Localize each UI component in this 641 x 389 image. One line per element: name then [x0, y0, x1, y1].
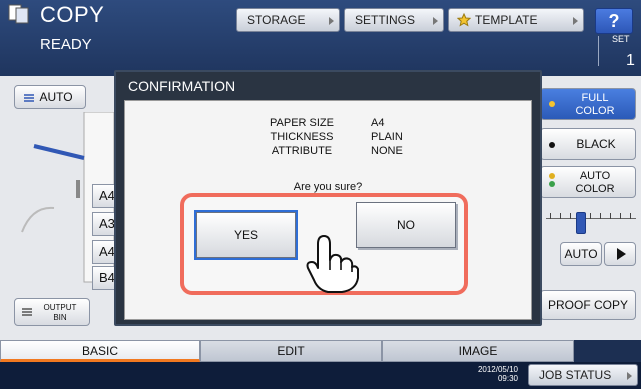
triangle-right-icon: [617, 248, 626, 260]
tab-image[interactable]: IMAGE: [382, 340, 574, 362]
set-divider: [598, 36, 599, 66]
output-tray-icon: [22, 308, 32, 316]
slider-tick: [570, 213, 571, 219]
paper-size-value: A4: [371, 117, 385, 129]
help-button[interactable]: ?: [595, 8, 633, 34]
output-bin-button[interactable]: OUTPUT BIN: [14, 298, 90, 326]
attribute-label: ATTRIBUTE: [271, 145, 333, 157]
star-icon: [457, 13, 471, 27]
confirm-question: Are you sure?: [293, 181, 363, 193]
arrow-right-icon: [433, 17, 438, 25]
darker-button[interactable]: [604, 242, 636, 266]
color-dot-icon: [549, 181, 555, 187]
time-text: 09:30: [497, 374, 518, 383]
auto-paper-button[interactable]: AUTO: [14, 85, 86, 109]
header-bar: COPY READY STORAGE SETTINGS TEMPLATE ? S…: [0, 0, 641, 76]
black-label: BLACK: [576, 137, 616, 151]
slider-tick: [590, 213, 591, 219]
auto-color-button[interactable]: AUTO COLOR: [540, 166, 636, 198]
settings-label: SETTINGS: [355, 13, 416, 27]
paper-stack-icon: [24, 94, 34, 102]
arrow-right-icon: [573, 17, 578, 25]
paper-size-label: PAPER SIZE: [270, 117, 334, 129]
job-status-label: JOB STATUS: [539, 368, 612, 382]
density-auto-button[interactable]: AUTO: [560, 242, 602, 266]
black-dot-icon: [549, 142, 555, 148]
machine-status: READY: [40, 36, 92, 53]
slider-tick: [610, 213, 611, 219]
proof-copy-button[interactable]: PROOF COPY: [540, 290, 636, 320]
thickness-value: PLAIN: [371, 131, 403, 143]
attribute-value: NONE: [371, 145, 403, 157]
full-color-line2: COLOR: [575, 105, 615, 117]
full-color-button[interactable]: FULL COLOR: [540, 88, 636, 120]
density-slider-thumb[interactable]: [576, 212, 586, 234]
auto-color-line2: COLOR: [575, 183, 615, 195]
slider-tick: [560, 213, 561, 219]
arrow-right-icon: [627, 372, 632, 380]
auto-label: AUTO: [39, 90, 73, 104]
black-button[interactable]: BLACK: [540, 128, 636, 160]
arrow-right-icon: [329, 17, 334, 25]
template-button[interactable]: TEMPLATE: [448, 8, 584, 32]
datetime-display: 2012/05/10 09:30: [462, 365, 518, 383]
job-status-button[interactable]: JOB STATUS: [528, 364, 638, 386]
color-dot-icon: [549, 173, 555, 179]
color-dot-icon: [549, 101, 555, 107]
tab-edit[interactable]: EDIT: [200, 340, 382, 362]
output-label-line2: BIN: [53, 313, 67, 322]
auto-color-line1: AUTO: [579, 170, 611, 182]
dialog-title: CONFIRMATION: [128, 78, 236, 94]
slider-tick: [630, 213, 631, 219]
storage-button[interactable]: STORAGE: [236, 8, 340, 32]
slider-tick: [600, 213, 601, 219]
storage-label: STORAGE: [247, 13, 306, 27]
app-title: COPY: [40, 2, 105, 27]
density-slider-track[interactable]: [546, 213, 636, 224]
tab-basic[interactable]: BASIC: [0, 340, 200, 362]
full-color-line1: FULL: [581, 92, 609, 104]
no-button[interactable]: NO: [356, 202, 456, 248]
yes-button[interactable]: YES: [194, 210, 298, 260]
template-label: TEMPLATE: [475, 13, 538, 27]
slider-tick: [620, 213, 621, 219]
output-label-line1: OUTPUT: [43, 303, 77, 312]
set-count: 1: [626, 52, 635, 69]
copy-icon: [8, 4, 29, 24]
date-text: 2012/05/10: [477, 365, 518, 374]
thickness-label: THICKNESS: [270, 131, 334, 143]
set-label: SET: [612, 34, 630, 44]
settings-button[interactable]: SETTINGS: [344, 8, 444, 32]
slider-tick: [550, 213, 551, 219]
pointing-hand-icon: [306, 235, 359, 293]
